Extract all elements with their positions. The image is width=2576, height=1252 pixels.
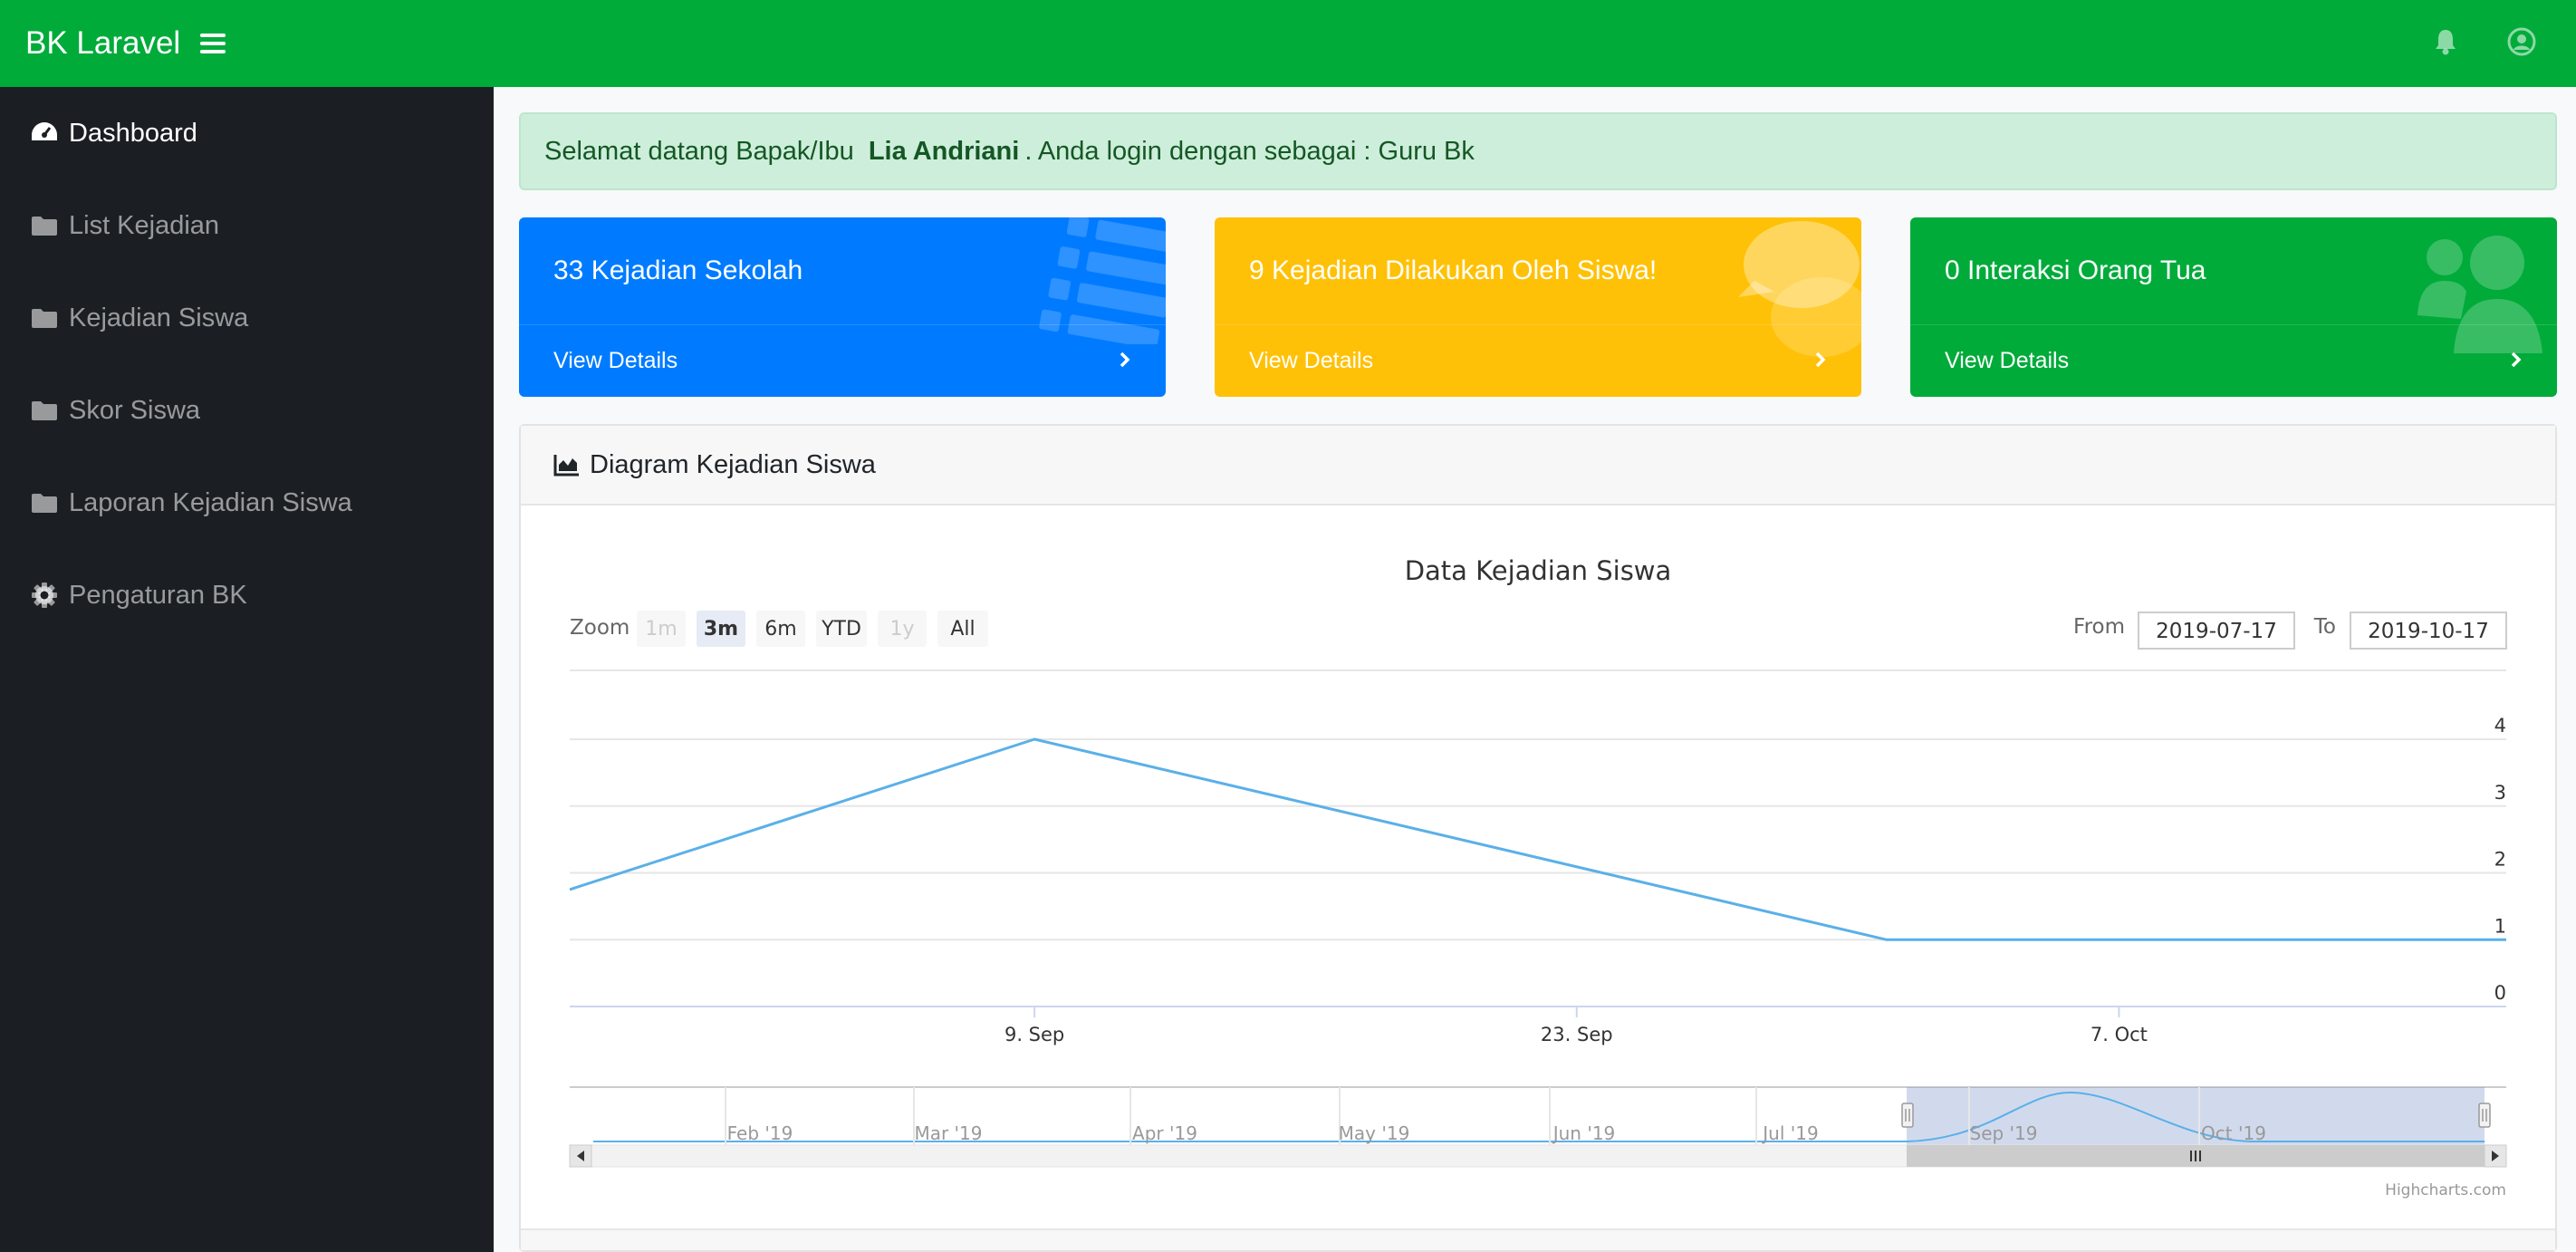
grid-lines xyxy=(570,738,2506,1007)
y-tick-label: 1 xyxy=(2494,915,2506,937)
navigator-tick-label: May '19 xyxy=(1339,1122,1410,1144)
x-tick-label: 23. Sep xyxy=(1541,1024,1613,1045)
navigator-handle-left[interactable] xyxy=(1901,1103,1914,1128)
navigator[interactable]: Feb '19 Mar '19 Apr '19 May '19 Jun '19 Jul '… xyxy=(570,1086,2506,1145)
tachometer-icon xyxy=(29,118,60,149)
folder-icon xyxy=(29,303,60,333)
sidebar-item-label: Pengaturan BK xyxy=(69,580,247,610)
range-from-input[interactable]: 2019-07-17 xyxy=(2138,612,2295,650)
y-tick-label: 3 xyxy=(2494,782,2506,804)
y-tick-label: 4 xyxy=(2494,715,2506,737)
navigator-tick-label: Sep '19 xyxy=(1970,1122,2038,1144)
card-title: 33 Kejadian Sekolah xyxy=(553,255,803,285)
x-axis-ticks: 9. Sep 23. Sep 7. Oct xyxy=(1004,1006,2148,1045)
range-from-label: From xyxy=(2073,615,2125,639)
range-to-value: 2019-10-17 xyxy=(2368,620,2489,643)
chart-container: Data Kejadian Siswa Zoom 1m 3m 6m YTD 1y All … xyxy=(521,506,2555,1212)
card-title: 0 Interaksi Orang Tua xyxy=(1945,255,2206,285)
sidebar-item-label: Laporan Kejadian Siswa xyxy=(69,487,352,517)
zoom-button-3m[interactable]: 3m xyxy=(697,611,745,647)
welcome-prefix: Selamat datang Bapak/Ibu xyxy=(544,136,854,166)
sidebar-item-label: List Kejadian xyxy=(69,210,220,240)
sidebar-item-list-kejadian[interactable]: List Kejadian xyxy=(0,179,494,272)
view-details-link[interactable]: View Details xyxy=(519,324,1166,397)
view-details-link[interactable]: View Details xyxy=(1910,324,2557,397)
zoom-button-all[interactable]: All xyxy=(937,611,988,647)
hamburger-icon[interactable] xyxy=(200,34,226,53)
chart-panel: Diagram Kejadian Siswa Data Kejadian Sis… xyxy=(519,424,2557,1252)
sidebar-item-laporan-kejadian-siswa[interactable]: Laporan Kejadian Siswa xyxy=(0,457,494,549)
x-tick-label: 9. Sep xyxy=(1004,1024,1064,1045)
panel-footer xyxy=(521,1228,2555,1250)
brand-title[interactable]: BK Laravel xyxy=(25,25,180,62)
card-kejadian-sekolah: 33 Kejadian Sekolah View Details xyxy=(519,217,1166,397)
folder-icon xyxy=(29,487,60,518)
zoom-buttons: 1m 3m 6m YTD 1y All xyxy=(637,611,988,647)
navigator-tick-label: Feb '19 xyxy=(727,1122,793,1144)
view-details-link[interactable]: View Details xyxy=(1215,324,1861,397)
navigator-tick-label: Jun '19 xyxy=(1552,1122,1616,1144)
user-circle-icon[interactable] xyxy=(2504,24,2540,60)
chart-credits[interactable]: Highcharts.com xyxy=(2385,1181,2506,1199)
view-details-label: View Details xyxy=(553,348,678,373)
zoom-label: Zoom xyxy=(570,616,630,640)
zoom-button-label: YTD xyxy=(821,618,861,640)
sidebar-item-label: Skor Siswa xyxy=(69,395,201,425)
y-axis-ticks: 0 1 2 3 4 xyxy=(2494,715,2506,1004)
bell-icon[interactable] xyxy=(2427,24,2464,60)
chevron-right-icon xyxy=(2511,352,2522,368)
card-kejadian-siswa: 9 Kejadian Dilakukan Oleh Siswa! View De… xyxy=(1215,217,1861,397)
series-line xyxy=(569,737,2506,941)
range-to-input[interactable]: 2019-10-17 xyxy=(2350,612,2507,650)
view-details-label: View Details xyxy=(1945,348,2070,373)
welcome-alert: Selamat datang Bapak/Ibu Lia Andriani . … xyxy=(519,112,2557,190)
card-interaksi-orang-tua: 0 Interaksi Orang Tua View Details xyxy=(1910,217,2557,397)
zoom-button-label: 6m xyxy=(764,618,796,640)
chart-title: Data Kejadian Siswa xyxy=(1405,555,1672,586)
range-from-value: 2019-07-17 xyxy=(2156,620,2277,643)
area-chart-icon xyxy=(553,453,581,477)
navigator-tick-label: Mar '19 xyxy=(914,1122,982,1144)
y-tick-label: 2 xyxy=(2494,849,2506,871)
zoom-button-1y: 1y xyxy=(878,611,927,647)
zoom-button-label: All xyxy=(950,618,975,640)
panel-title: Diagram Kejadian Siswa xyxy=(590,449,876,479)
zoom-button-1m: 1m xyxy=(637,611,686,647)
zoom-button-label: 1m xyxy=(645,618,677,640)
sidebar-item-skor-siswa[interactable]: Skor Siswa xyxy=(0,364,494,457)
chart-svg: Data Kejadian Siswa Zoom 1m 3m 6m YTD 1y All … xyxy=(569,555,2507,1199)
sidebar-item-label: Dashboard xyxy=(69,118,197,148)
folder-icon xyxy=(29,210,60,241)
zoom-button-ytd[interactable]: YTD xyxy=(816,611,867,647)
user-name: Lia Andriani xyxy=(868,136,1020,166)
zoom-button-6m[interactable]: 6m xyxy=(756,611,805,647)
welcome-suffix: . Anda login dengan sebagai : Guru Bk xyxy=(1024,136,1475,166)
zoom-button-label: 3m xyxy=(704,618,738,640)
sidebar-item-pengaturan-bk[interactable]: Pengaturan BK xyxy=(0,549,494,641)
panel-header: Diagram Kejadian Siswa xyxy=(521,426,2555,506)
navigator-tick-label: Apr '19 xyxy=(1132,1122,1197,1144)
sidebar-item-dashboard[interactable]: Dashboard xyxy=(0,87,494,179)
y-tick-label: 0 xyxy=(2494,982,2506,1004)
chevron-right-icon xyxy=(1120,352,1130,368)
navigator-tick-label: Jul '19 xyxy=(1761,1122,1818,1144)
navigator-tick-label: Oct '19 xyxy=(2201,1122,2266,1144)
sidebar: Dashboard List Kejadian Kejadian Siswa S… xyxy=(0,87,494,1252)
chevron-right-icon xyxy=(1815,352,1826,368)
top-navbar: BK Laravel xyxy=(0,0,2576,87)
sidebar-item-kejadian-siswa[interactable]: Kejadian Siswa xyxy=(0,272,494,364)
gear-icon xyxy=(29,580,60,611)
navigator-handle-right[interactable] xyxy=(2478,1103,2491,1128)
sidebar-item-label: Kejadian Siswa xyxy=(69,303,249,332)
x-tick-label: 7. Oct xyxy=(2091,1024,2148,1045)
zoom-button-label: 1y xyxy=(889,618,914,640)
range-to-label: To xyxy=(2313,615,2336,639)
scrollbar[interactable] xyxy=(569,1144,2507,1168)
view-details-label: View Details xyxy=(1249,348,1374,373)
card-title: 9 Kejadian Dilakukan Oleh Siswa! xyxy=(1249,255,1658,285)
folder-icon xyxy=(29,395,60,426)
